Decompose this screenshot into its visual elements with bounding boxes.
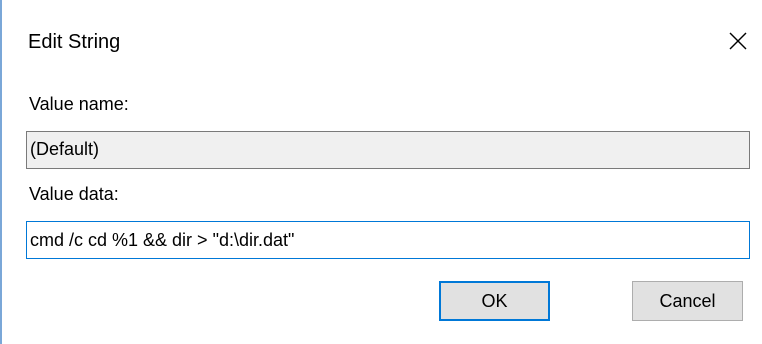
cancel-button[interactable]: Cancel: [632, 281, 743, 321]
dialog-title: Edit String: [28, 31, 121, 53]
value-data-label: Value data:: [29, 184, 119, 204]
value-name-field: (Default): [26, 131, 750, 169]
value-name-label: Value name:: [29, 94, 129, 114]
close-button[interactable]: [715, 19, 761, 63]
window-border: [0, 0, 2, 344]
value-data-input[interactable]: [26, 221, 750, 259]
edit-string-dialog: Edit String Value name: (Default) Value …: [0, 0, 762, 344]
ok-button[interactable]: OK: [439, 281, 550, 321]
close-icon: [729, 32, 747, 50]
